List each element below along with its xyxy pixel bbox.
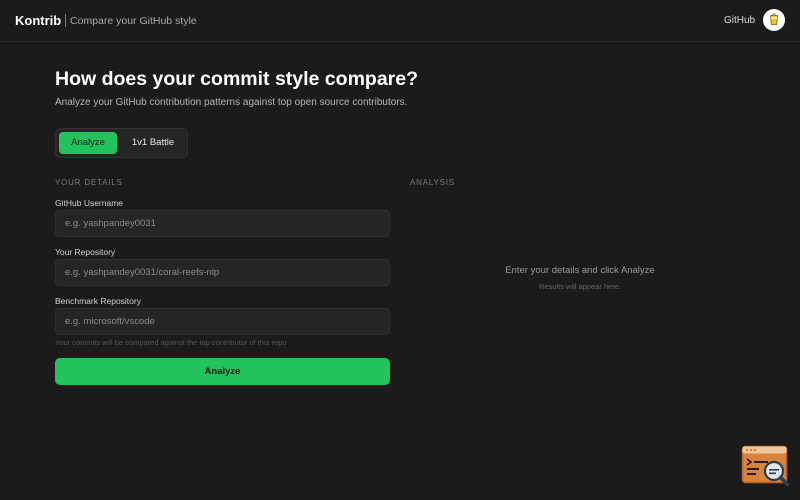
floating-widget-button[interactable]: [741, 445, 791, 487]
analysis-empty-title: Enter your details and click Analyze: [505, 265, 655, 276]
mode-tabs: Analyze 1v1 Battle: [55, 128, 188, 158]
benchmark-hint: Your commits will be compared against th…: [55, 338, 287, 347]
cup-icon: [770, 13, 778, 25]
benchmark-input[interactable]: [55, 308, 390, 335]
analyze-button[interactable]: Analyze: [55, 358, 390, 385]
username-label: GitHub Username: [55, 198, 124, 208]
analysis-empty-subtitle: Results will appear here.: [538, 282, 622, 291]
brand-divider: [65, 14, 66, 27]
username-input[interactable]: [55, 210, 390, 237]
terminal-search-icon: [741, 445, 790, 487]
benchmark-label: Benchmark Repository: [55, 296, 141, 306]
tab-analyze[interactable]: Analyze: [59, 132, 117, 154]
repository-input[interactable]: [55, 259, 390, 286]
page-subtitle: Analyze your GitHub contribution pattern…: [55, 97, 408, 108]
avatar[interactable]: [763, 9, 785, 31]
tab-1v1-battle[interactable]: 1v1 Battle: [122, 132, 184, 154]
brand-tagline: Compare your GitHub style: [70, 15, 197, 27]
repository-label: Your Repository: [55, 247, 116, 257]
github-link[interactable]: GitHub: [724, 15, 755, 26]
page-title: How does your commit style compare?: [55, 68, 419, 90]
details-section-label: YOUR DETAILS: [55, 178, 123, 187]
analysis-section-label: ANALYSIS: [410, 178, 455, 187]
brand-logo[interactable]: Kontrib: [15, 13, 61, 28]
top-bar: Kontrib Compare your GitHub style GitHub: [0, 0, 800, 42]
